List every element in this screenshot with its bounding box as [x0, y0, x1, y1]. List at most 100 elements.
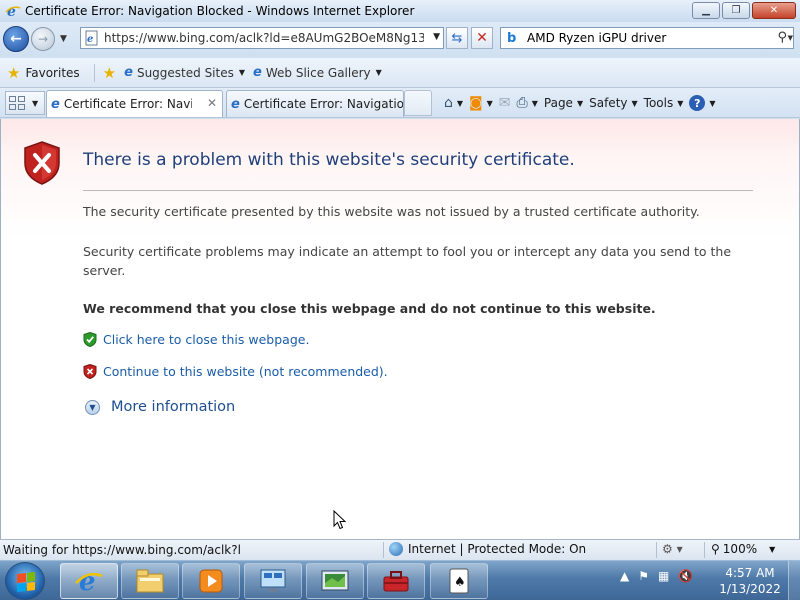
status-text: Waiting for https://www.bing.com/aclk?ld… — [3, 543, 241, 557]
show-desktop-button[interactable] — [788, 561, 800, 600]
clock-time: 4:57 AM — [725, 566, 775, 580]
quick-tabs-button[interactable]: ▼ — [5, 91, 45, 115]
action-center-flag-icon[interactable]: ⚑ — [638, 569, 649, 583]
tab-close-icon[interactable]: ✕ — [207, 96, 217, 110]
ie-page-icon: e — [124, 65, 133, 80]
toolbox-icon — [383, 571, 409, 592]
page-menu-label: Page — [543, 96, 573, 110]
taskbar-media-player[interactable] — [182, 563, 240, 599]
tab-row: ▼ e Certificate Error: Navig... ✕ e Cert… — [0, 88, 800, 118]
title-divider — [83, 190, 753, 191]
search-box[interactable]: b AMD Ryzen iGPU driver ⚲ ▼ — [500, 27, 794, 49]
taskbar-toolbox-app[interactable] — [367, 563, 425, 599]
refresh-button[interactable]: ⇆ — [446, 27, 468, 49]
chevron-down-icon: ▼ — [769, 544, 776, 554]
zoom-magnifier-icon: ⚲ — [711, 542, 720, 556]
forward-button[interactable]: → — [31, 27, 55, 51]
security-zone[interactable]: Internet | Protected Mode: On — [389, 542, 586, 556]
status-divider — [656, 542, 657, 558]
taskbar-internet-explorer[interactable]: e — [60, 563, 118, 599]
forward-arrow-icon: → — [37, 32, 49, 46]
chevron-down-icon: ▼ — [709, 98, 716, 108]
close-webpage-label[interactable]: Click here to close this webpage. — [103, 332, 309, 347]
status-divider — [704, 542, 705, 558]
back-button[interactable]: ← — [3, 26, 29, 52]
suggested-sites-label: Suggested Sites — [136, 65, 234, 80]
volume-muted-icon[interactable]: 🔇 — [678, 569, 693, 583]
favorites-bar: ★ Favorites ★ e Suggested Sites ▼ e Web … — [0, 58, 800, 88]
read-mail-button[interactable]: ✉ — [499, 95, 511, 111]
address-dropdown-icon[interactable]: ▼ — [433, 32, 440, 42]
clock-date: 1/13/2022 — [719, 582, 781, 596]
favorites-star-icon: ★ — [7, 63, 21, 82]
chevron-down-icon: ▼ — [576, 98, 584, 108]
add-to-favorites-bar-icon[interactable]: ★ — [103, 64, 116, 82]
help-menu[interactable]: ? ▼ — [689, 95, 716, 111]
taskbar-remote-desktop[interactable] — [244, 563, 302, 599]
search-icon[interactable]: ⚲ — [777, 30, 787, 45]
page-menu[interactable]: Page ▼ — [544, 96, 583, 110]
suggested-sites-item[interactable]: e Suggested Sites ▼ — [124, 65, 245, 80]
internet-zone-globe-icon — [389, 542, 403, 556]
remote-desktop-icon — [260, 569, 286, 592]
tab-certificate-error-1[interactable]: e Certificate Error: Navig... ✕ — [46, 90, 223, 117]
recommendation-text: We recommend that you close this webpage… — [83, 301, 656, 316]
svg-text:e: e — [79, 567, 96, 596]
internet-explorer-icon: e — [75, 567, 103, 596]
show-hidden-icons-icon[interactable]: ▲ — [620, 569, 629, 583]
new-tab-button[interactable] — [404, 90, 432, 116]
home-icon: ⌂ — [444, 95, 453, 111]
network-icon[interactable]: ▦ — [658, 569, 669, 583]
status-divider — [383, 542, 384, 558]
favorites-button[interactable]: ★ Favorites — [7, 64, 80, 82]
system-clock[interactable]: 4:57 AM 1/13/2022 — [718, 565, 782, 597]
status-bar: Waiting for https://www.bing.com/aclk?ld… — [0, 539, 800, 560]
green-shield-check-icon — [83, 332, 97, 347]
safety-menu[interactable]: Safety ▼ — [589, 96, 638, 110]
ie-page-icon: e — [253, 65, 262, 80]
home-button[interactable]: ⌂ ▼ — [444, 95, 463, 111]
security-warning-text: Security certificate problems may indica… — [83, 244, 732, 278]
tab-list-dropdown[interactable]: ▼ — [32, 99, 38, 108]
tab-certificate-error-2[interactable]: e Certificate Error: Navigatio... — [226, 90, 404, 117]
chevron-down-icon: ▼ — [238, 68, 246, 77]
tab-label: Certificate Error: Navigatio... — [243, 97, 403, 111]
svg-text:♠: ♠ — [454, 575, 466, 590]
search-query[interactable]: AMD Ryzen iGPU driver — [527, 31, 666, 45]
zoom-control[interactable]: ⚲ 100% ▼ — [711, 542, 775, 556]
taskbar-windows-explorer[interactable] — [121, 563, 179, 599]
web-slice-gallery-item[interactable]: e Web Slice Gallery ▼ — [253, 65, 382, 80]
tab-label: Certificate Error: Navig... — [63, 97, 192, 111]
zone-text: Internet | Protected Mode: On — [408, 542, 587, 556]
address-bar[interactable]: e https://www.bing.com/aclk?ld=e8AUmG2BO… — [80, 27, 444, 49]
media-player-icon — [199, 569, 223, 593]
chevron-down-icon: ▼ — [375, 68, 382, 77]
tools-menu[interactable]: Tools ▼ — [644, 96, 684, 110]
continue-to-website-link[interactable]: Continue to this website (not recommende… — [83, 364, 388, 379]
error-shield-icon — [24, 141, 60, 185]
zoom-level: 100% — [722, 542, 758, 556]
untrusted-authority-text: The security certificate presented by th… — [83, 204, 700, 219]
close-window-button[interactable]: ✕ — [752, 2, 796, 19]
windows-logo-icon — [17, 572, 35, 592]
continue-to-website-label[interactable]: Continue to this website (not recommende… — [103, 364, 388, 379]
windows-explorer-icon — [136, 569, 164, 593]
stop-button[interactable]: ✕ — [471, 27, 493, 49]
taskbar-solitaire[interactable]: ♠ — [430, 563, 488, 599]
printer-icon: ⎙ — [516, 95, 528, 111]
protected-mode-icon[interactable]: ⚙ ▾ — [662, 542, 683, 556]
start-button[interactable] — [5, 562, 45, 600]
more-information-toggle[interactable]: ▼ More information — [85, 399, 235, 415]
close-icon: ✕ — [769, 5, 779, 16]
rss-feed-icon: ◙ — [469, 95, 483, 111]
recent-pages-dropdown[interactable]: ▼ — [60, 34, 67, 44]
address-url[interactable]: https://www.bing.com/aclk?ld=e8AUmG2BOeM… — [104, 31, 424, 45]
minimize-button[interactable]: ▁ — [692, 2, 720, 19]
maximize-button[interactable]: ❐ — [722, 2, 750, 19]
feeds-button[interactable]: ◙ ▼ — [469, 95, 493, 111]
close-webpage-link[interactable]: Click here to close this webpage. — [83, 332, 309, 347]
search-options-dropdown[interactable]: ▼ — [788, 34, 793, 42]
taskbar-screen-app[interactable] — [306, 563, 364, 599]
print-button[interactable]: ⎙ ▼ — [517, 95, 538, 111]
red-shield-x-icon — [83, 364, 97, 379]
